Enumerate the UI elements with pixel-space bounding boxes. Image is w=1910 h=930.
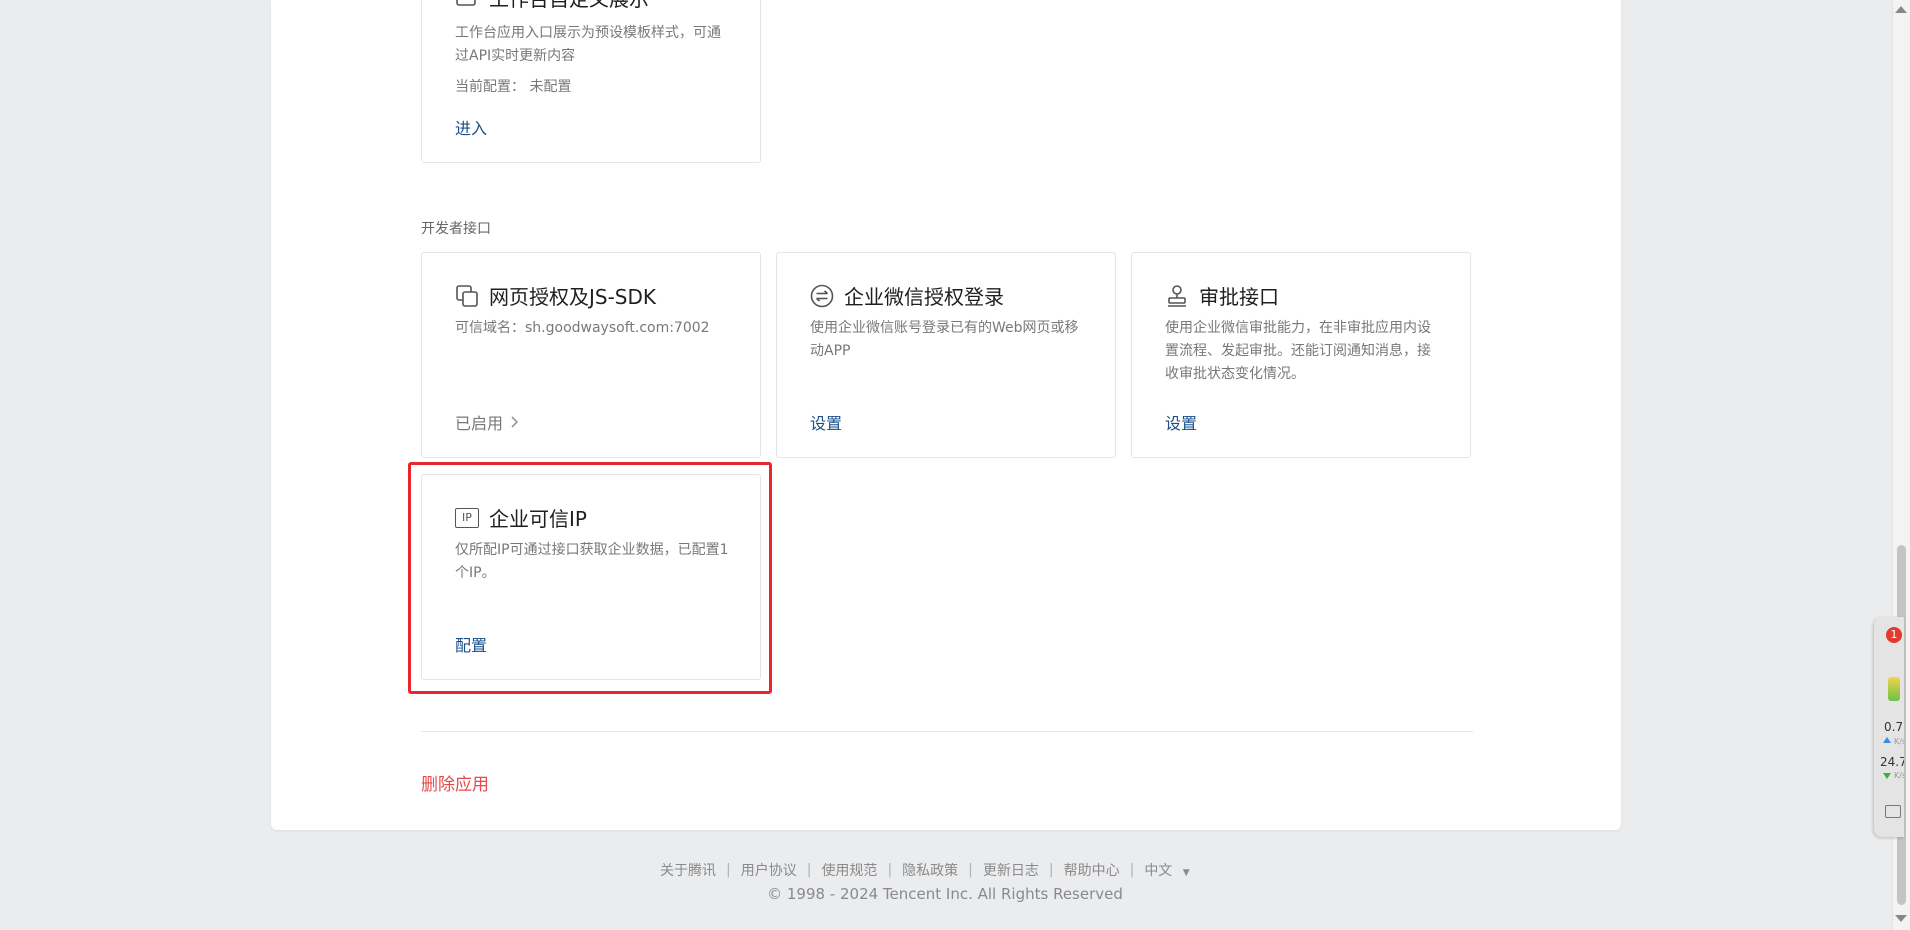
section-title-developer-api: 开发者接口 <box>421 221 491 237</box>
scroll-down-icon[interactable] <box>1895 915 1907 922</box>
divider <box>421 731 1473 732</box>
footer-link-usage-rules[interactable]: 使用规范 <box>821 860 877 880</box>
card-title: 网页授权及JS-SDK <box>455 281 656 310</box>
workbench-card-title: 工作台自定义展示 <box>455 0 649 9</box>
caret-down-icon: ▼ <box>1182 868 1190 878</box>
card-wecom-auth-login[interactable]: 企业微信授权登录 使用企业微信账号登录已有的Web网页或移动APP 设置 <box>776 252 1116 458</box>
separator: | <box>887 862 893 878</box>
download-speed: 24.7 <box>1880 755 1904 769</box>
settings-link[interactable]: 设置 <box>810 410 842 434</box>
card-approval-api[interactable]: 审批接口 使用企业微信审批能力，在非审批应用内设置流程、发起审批。还能订阅通知消… <box>1131 252 1471 458</box>
separator: | <box>806 862 812 878</box>
delete-app-button[interactable]: 删除应用 <box>421 770 489 795</box>
scroll-up-icon[interactable] <box>1895 6 1907 13</box>
stamp-icon <box>1165 284 1189 308</box>
separator: | <box>1048 862 1054 878</box>
workbench-card-desc: 工作台应用入口展示为预设模板样式，可通过API实时更新内容 <box>455 25 721 64</box>
workbench-custom-card: 工作台自定义展示 工作台应用入口展示为预设模板样式，可通过API实时更新内容 当… <box>421 0 761 163</box>
download-arrow-icon <box>1883 773 1891 779</box>
footer-link-help[interactable]: 帮助中心 <box>1064 860 1120 880</box>
settings-link[interactable]: 设置 <box>1165 410 1197 434</box>
copyright: © 1998 - 2024 Tencent Inc. All Rights Re… <box>767 885 1123 903</box>
chevron-right-icon <box>511 413 519 432</box>
exchange-icon <box>810 284 834 308</box>
notification-badge: 1 <box>1886 627 1902 643</box>
camera-icon[interactable] <box>1885 805 1901 818</box>
footer-link-privacy[interactable]: 隐私政策 <box>902 860 958 880</box>
separator: | <box>968 862 973 878</box>
card-desc: 使用企业微信账号登录已有的Web网页或移动APP <box>810 320 1079 359</box>
footer-link-user-agreement[interactable]: 用户协议 <box>741 860 797 880</box>
upload-speed: 0.7 <box>1884 720 1904 734</box>
card-title: 企业微信授权登录 <box>810 281 1004 310</box>
card-web-auth-jssdk[interactable]: 网页授权及JS-SDK 可信域名：sh.goodwaysoft.com:7002… <box>421 252 761 458</box>
download-unit: K/s <box>1894 771 1904 780</box>
card-title: 审批接口 <box>1165 281 1279 310</box>
separator: | <box>726 862 731 878</box>
upload-arrow-icon <box>1883 737 1891 743</box>
footer-link-about[interactable]: 关于腾讯 <box>660 860 716 880</box>
footer-links: 关于腾讯 | 用户协议 | 使用规范 | 隐私政策 | 更新日志 | 帮助中心 … <box>660 860 1190 880</box>
layout-icon <box>455 0 479 9</box>
highlight-box <box>408 462 772 694</box>
enabled-status[interactable]: 已启用 <box>455 410 519 434</box>
card-desc: 可信域名：sh.goodwaysoft.com:7002 <box>455 320 710 336</box>
footer-link-changelog[interactable]: 更新日志 <box>983 860 1039 880</box>
content-panel: 工作台自定义展示 工作台应用入口展示为预设模板样式，可通过API实时更新内容 当… <box>271 0 1621 830</box>
network-speed-widget[interactable]: 1 0.7 K/s 24.7 K/s <box>1874 617 1904 837</box>
copy-icon <box>455 284 479 308</box>
language-select[interactable]: 中文 ▼ <box>1144 860 1189 880</box>
separator: | <box>1129 862 1135 878</box>
workbench-card-config: 当前配置： 未配置 <box>455 79 572 95</box>
level-bar-icon <box>1888 677 1900 701</box>
card-desc: 使用企业微信审批能力，在非审批应用内设置流程、发起审批。还能订阅通知消息，接收审… <box>1165 320 1431 382</box>
workbench-enter-link[interactable]: 进入 <box>455 115 487 139</box>
upload-unit: K/s <box>1894 737 1904 746</box>
